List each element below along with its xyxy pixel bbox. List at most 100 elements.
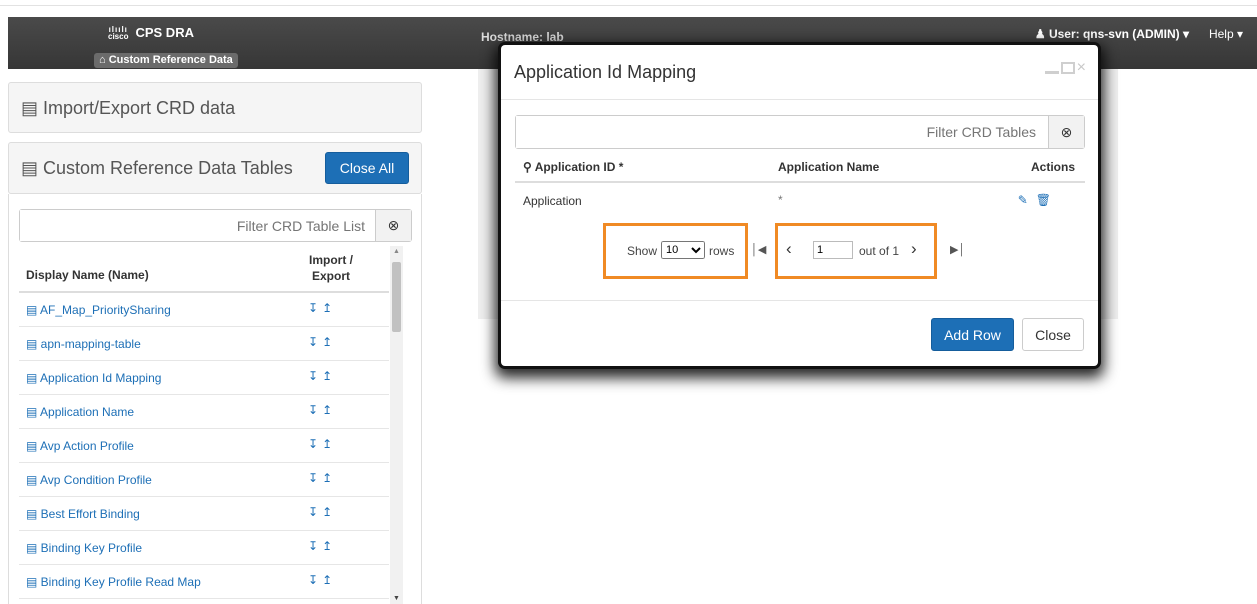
caret-down-icon: ▾ (1233, 27, 1243, 41)
crd-tables-filter-input[interactable] (516, 116, 1048, 148)
crd-table-link[interactable]: ▤ Binding Key Profile (26, 541, 142, 555)
table-row: ▤ Avp Condition Profile ↧↥ (19, 463, 389, 497)
dialog-footer: Add Row Close (501, 300, 1098, 366)
application-id-cell: Application (523, 194, 582, 208)
col-display-name[interactable]: Display Name (Name) (26, 268, 149, 282)
col-import-label: Import / (309, 253, 353, 267)
hostname-label: Hostname: lab (481, 30, 564, 44)
crd-table-link[interactable]: ▤ apn-mapping-table (26, 337, 141, 351)
next-page-icon[interactable]: › (911, 239, 917, 259)
help-label: Help (1208, 27, 1234, 41)
import-icon: ↧ (308, 471, 323, 485)
col-application-name[interactable]: Application Name (778, 160, 879, 174)
row-actions: ✎🗑 (1018, 193, 1059, 207)
key-icon: ⚲ (523, 160, 535, 174)
edit-icon[interactable]: ✎ (1018, 193, 1036, 207)
import-export-icons[interactable]: ↧↥ (308, 335, 336, 349)
import-export-title: ▤ Import/Export CRD data (21, 98, 235, 119)
user-menu[interactable]: ♟ User: qns-svn (ADMIN) ▾ (1035, 27, 1189, 41)
crd-table-link[interactable]: ▤ Application Name (26, 405, 134, 419)
import-icon: ↧ (308, 539, 323, 553)
scrollbar-thumb[interactable] (392, 262, 401, 332)
import-export-icons[interactable]: ↧↥ (308, 573, 336, 587)
crd-tables-title-text: Custom Reference Data Tables (43, 158, 293, 178)
import-icon: ↧ (308, 301, 323, 315)
import-export-icons[interactable]: ↧↥ (308, 471, 336, 485)
prev-page-icon[interactable]: ‹ (786, 239, 792, 259)
crd-table-link[interactable]: ▤ Avp Condition Profile (26, 473, 152, 487)
clear-filter-icon[interactable]: ⊗ (1048, 116, 1084, 148)
scroll-down-icon[interactable]: ▼ (393, 595, 400, 602)
page-count-label: out of 1 (859, 244, 900, 258)
crd-table-link[interactable]: ▤ AF_Map_PrioritySharing (26, 303, 171, 317)
import-export-icons[interactable]: ↧↥ (308, 369, 336, 383)
rows-per-page-select[interactable]: 10 (661, 241, 705, 259)
import-icon: ↧ (308, 335, 323, 349)
home-icon: ⌂ (99, 54, 109, 66)
minimize-icon[interactable] (1044, 71, 1059, 74)
dialog-title: Application Id Mapping (514, 62, 697, 82)
crd-table-link[interactable]: ▤ Best Effort Binding (26, 507, 140, 521)
col-actions: Actions (1030, 160, 1075, 174)
breadcrumb[interactable]: ⌂ Custom Reference Data (94, 53, 238, 68)
crd-tables-panel-header: ▤ Custom Reference Data Tables Close All (8, 142, 422, 194)
export-icon: ↥ (322, 369, 337, 383)
table-row: ▤ Application Id Mapping ↧↥ (19, 361, 389, 395)
import-icon: ↧ (308, 403, 323, 417)
table-icon: ▤ (21, 158, 44, 178)
import-export-icons[interactable]: ↧↥ (308, 539, 336, 553)
import-export-panel[interactable]: ▤ Import/Export CRD data (8, 82, 422, 133)
crd-table-link[interactable]: ▤ Avp Action Profile (26, 439, 134, 453)
close-icon[interactable]: × (1077, 59, 1086, 77)
table-row: ▤ Binding Key Profile Read Map ↧↥ (19, 565, 389, 599)
close-button[interactable]: Close (1022, 318, 1084, 351)
application-id-mapping-dialog: Application Id Mapping × ⊗ ⚲ Application… (501, 45, 1098, 366)
table-row: ▤ Application Name ↧↥ (19, 395, 389, 429)
table-icon: ▤ (21, 98, 44, 118)
show-label: Show (627, 244, 658, 258)
import-export-icons[interactable]: ↧↥ (308, 403, 336, 417)
crd-filter-group: ⊗ (19, 209, 412, 242)
cisco-logo: ılıılı cisco (108, 24, 129, 41)
help-menu[interactable]: Help ▾ (1209, 27, 1243, 41)
first-page-icon[interactable]: │◀ (751, 243, 766, 256)
col-application-id[interactable]: ⚲ Application ID * (523, 160, 623, 174)
crd-table-link[interactable]: ▤ Binding Key Profile Read Map (26, 575, 201, 589)
breadcrumb-label: Custom Reference Data (108, 54, 233, 66)
list-scrollbar[interactable]: ▲ ▼ (390, 246, 403, 604)
export-icon: ↥ (322, 505, 337, 519)
export-icon: ↥ (322, 471, 337, 485)
crd-table-rows: ▤ AF_Map_PrioritySharing ↧↥ ▤ apn-mapping… (19, 293, 389, 599)
add-row-button[interactable]: Add Row (931, 318, 1014, 351)
col-export-label: Export (311, 269, 350, 283)
export-icon: ↥ (322, 437, 337, 451)
close-all-button[interactable]: Close All (325, 152, 409, 184)
crd-table-link[interactable]: ▤ Application Id Mapping (26, 371, 161, 385)
export-icon: ↥ (322, 403, 337, 417)
trash-icon[interactable]: 🗑 (1036, 193, 1059, 207)
import-export-title-text: Import/Export CRD data (43, 98, 236, 118)
brand[interactable]: ılıılı cisco CPS DRA (108, 25, 194, 40)
maximize-icon[interactable] (1060, 62, 1075, 74)
table-row: ▤ Avp Action Profile ↧↥ (19, 429, 389, 463)
clear-filter-icon[interactable]: ⊗ (375, 210, 411, 241)
import-export-icons[interactable]: ↧↥ (308, 437, 336, 451)
crd-table-filter-input[interactable] (20, 210, 375, 241)
last-page-icon[interactable]: ▶│ (950, 243, 965, 256)
caret-down-icon: ▾ (1182, 27, 1189, 41)
export-icon: ↥ (322, 301, 337, 315)
crd-table-header: Display Name (Name) Import / Export (19, 246, 389, 293)
import-icon: ↧ (308, 573, 323, 587)
app-title: CPS DRA (135, 25, 194, 40)
import-export-icons[interactable]: ↧↥ (308, 301, 336, 315)
import-export-icons[interactable]: ↧↥ (308, 505, 336, 519)
page-number-input[interactable] (813, 241, 853, 259)
window-controls: × (1044, 59, 1086, 77)
crd-tables-filter-group: ⊗ (515, 115, 1085, 149)
table-row: ▤ Binding Key Profile ↧↥ (19, 531, 389, 565)
scroll-up-icon[interactable]: ▲ (393, 248, 400, 255)
col-import-export: Import / Export (309, 252, 353, 284)
user-label: User: qns-svn (ADMIN) (1048, 27, 1180, 41)
crd-tables-title: ▤ Custom Reference Data Tables (21, 158, 293, 179)
mapping-table-header: ⚲ Application ID * Application Name Acti… (515, 153, 1085, 183)
